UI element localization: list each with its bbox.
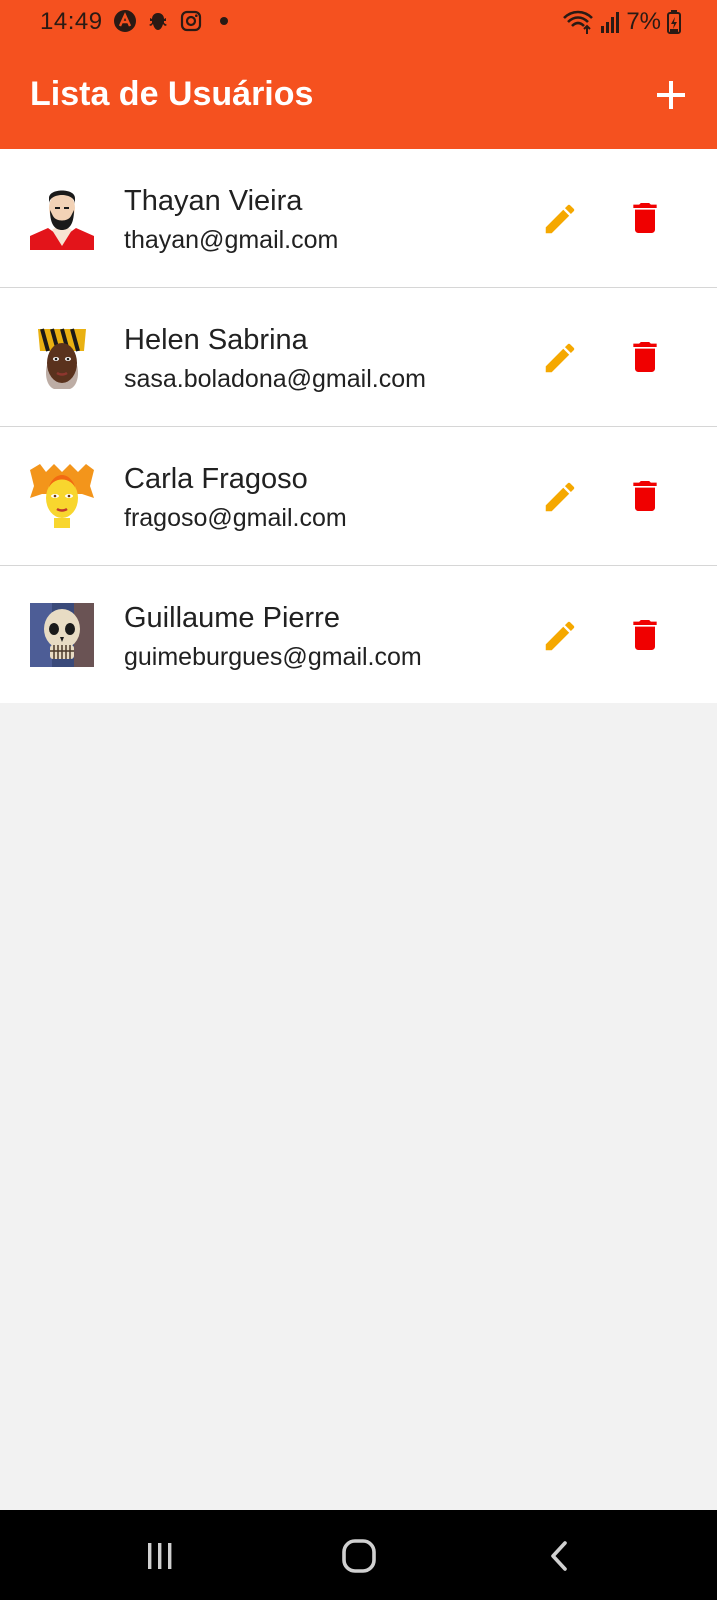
user-email: guimeburgues@gmail.com bbox=[124, 643, 422, 671]
delete-user-button[interactable] bbox=[625, 615, 665, 655]
recents-icon bbox=[148, 1543, 172, 1569]
user-email: sasa.boladona@gmail.com bbox=[124, 365, 426, 393]
back-icon bbox=[551, 1541, 567, 1571]
pencil-icon bbox=[545, 343, 575, 373]
signal-icon bbox=[601, 12, 620, 33]
trash-icon bbox=[633, 203, 657, 233]
pencil-icon bbox=[545, 204, 575, 234]
user-name: Helen Sabrina bbox=[124, 324, 308, 356]
pencil-icon bbox=[545, 482, 575, 512]
add-user-button[interactable] bbox=[651, 75, 691, 115]
status-system-icons: 7% bbox=[562, 8, 681, 36]
user-name: Thayan Vieira bbox=[124, 185, 303, 217]
user-name: Carla Fragoso bbox=[124, 463, 308, 495]
avatar bbox=[30, 186, 94, 250]
system-nav-bar bbox=[0, 1510, 717, 1600]
home-button[interactable] bbox=[337, 1534, 381, 1578]
user-name: Guillaume Pierre bbox=[124, 602, 340, 634]
plus-icon bbox=[657, 81, 685, 109]
status-time: 14:49 bbox=[40, 8, 103, 35]
delete-user-button[interactable] bbox=[625, 198, 665, 238]
battery-charging-icon bbox=[667, 10, 681, 34]
battery-percentage: 7% bbox=[626, 8, 661, 35]
user-email: fragoso@gmail.com bbox=[124, 504, 347, 532]
page-title: Lista de Usuários bbox=[30, 75, 314, 113]
app-bar: Lista de Usuários bbox=[0, 44, 717, 149]
edit-user-button[interactable] bbox=[540, 338, 580, 378]
user-list: Thayan Vieira thayan@gmail.com Helen Sab… bbox=[0, 149, 717, 703]
edit-user-button[interactable] bbox=[540, 199, 580, 239]
trash-icon bbox=[633, 620, 657, 650]
list-item[interactable]: Thayan Vieira thayan@gmail.com bbox=[0, 149, 717, 288]
trash-icon bbox=[633, 342, 657, 372]
trash-icon bbox=[633, 481, 657, 511]
back-button[interactable] bbox=[538, 1534, 582, 1578]
user-email: thayan@gmail.com bbox=[124, 226, 339, 254]
avatar bbox=[30, 325, 94, 389]
home-icon bbox=[342, 1539, 376, 1573]
avatar bbox=[30, 464, 94, 528]
app-a-icon bbox=[114, 10, 136, 32]
instagram-icon bbox=[180, 10, 202, 32]
list-item[interactable]: Guillaume Pierre guimeburgues@gmail.com bbox=[0, 566, 717, 703]
list-item[interactable]: Carla Fragoso fragoso@gmail.com bbox=[0, 427, 717, 566]
list-item[interactable]: Helen Sabrina sasa.boladona@gmail.com bbox=[0, 288, 717, 427]
delete-user-button[interactable] bbox=[625, 476, 665, 516]
pencil-icon bbox=[545, 621, 575, 651]
status-notification-icons bbox=[113, 9, 236, 33]
delete-user-button[interactable] bbox=[625, 337, 665, 377]
wifi-icon bbox=[563, 10, 594, 34]
dot-icon bbox=[220, 17, 228, 25]
recents-button[interactable] bbox=[138, 1534, 182, 1578]
edit-user-button[interactable] bbox=[540, 616, 580, 656]
bug-icon bbox=[149, 13, 167, 30]
status-bar: 14:49 7% bbox=[0, 0, 717, 44]
edit-user-button[interactable] bbox=[540, 477, 580, 517]
avatar bbox=[30, 603, 94, 667]
